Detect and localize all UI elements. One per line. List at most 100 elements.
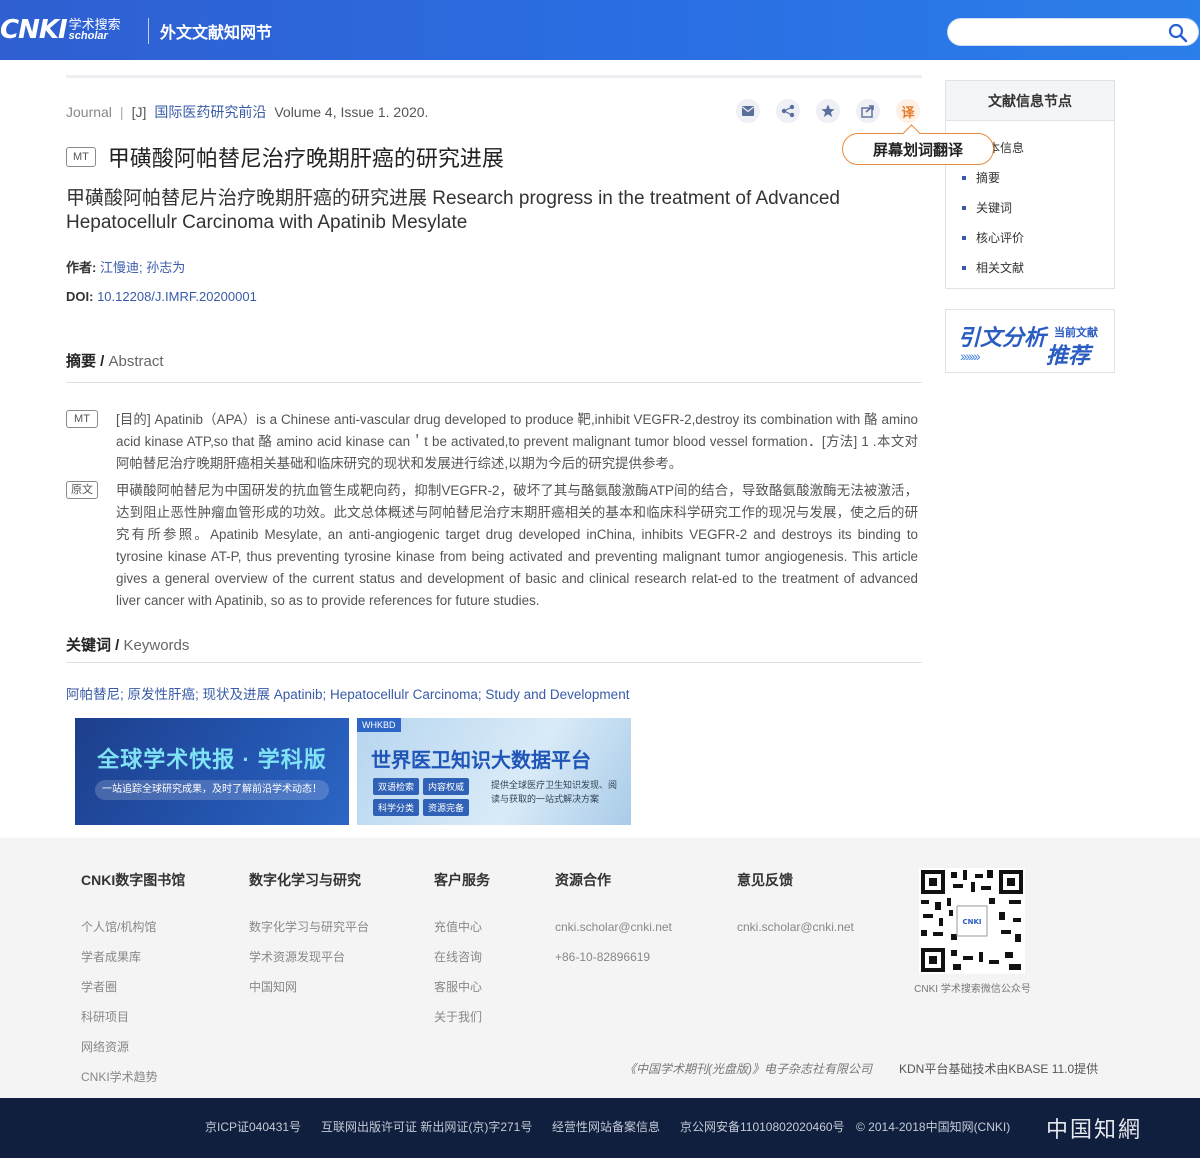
qr-label: CNKI 学术搜索微信公众号 bbox=[914, 984, 1031, 995]
search-icon[interactable] bbox=[1168, 23, 1188, 43]
footer-col-heading: 客户服务 bbox=[434, 872, 490, 888]
title-row: MT 甲磺酸阿帕替尼治疗晚期肝癌的研究进展 bbox=[66, 141, 504, 173]
abstract-orig-text: 甲磺酸阿帕替尼为中国研发的抗血管生成靶向药，抑制VEGFR-2，破坏了其与酪氨酸… bbox=[116, 483, 918, 608]
banner1-subtitle: 一站追踪全球研究成果，及时了解前沿学术动态！ bbox=[95, 780, 329, 800]
banner2-chip: 科学分类 bbox=[373, 799, 420, 816]
footer-link[interactable]: 学者圈 bbox=[81, 972, 185, 1002]
article-type: Journal bbox=[66, 104, 112, 120]
email-icon[interactable] bbox=[736, 99, 760, 123]
abstract-heading: 摘要 / Abstract bbox=[66, 350, 164, 371]
sidebar-item-abstract[interactable]: 摘要 bbox=[962, 163, 1114, 193]
wechat-qr-code-icon: CNKI bbox=[919, 868, 1025, 974]
abstract-heading-en: Abstract bbox=[108, 353, 164, 370]
keywords-heading-zh: 关键词 / bbox=[66, 637, 120, 654]
business-record-link[interactable]: 经营性网站备案信息 bbox=[552, 1118, 660, 1135]
article-meta: Journal | [J] 国际医药研究前沿 Volume 4, Issue 1. 20… bbox=[66, 102, 428, 122]
site-title: 外文文献知网节 bbox=[160, 25, 273, 42]
logo-sub: 学术搜索 scholar bbox=[69, 18, 121, 42]
bottom-bar: 京ICP证040431号 互联网出版许可证 新出网证(京)字271号 经营性网站… bbox=[0, 1098, 1200, 1158]
export-icon[interactable] bbox=[856, 99, 880, 123]
doi-label: DOI: bbox=[66, 289, 94, 304]
arrows-icon: ››››››› bbox=[960, 348, 981, 364]
ad-push-text: 推荐 bbox=[1046, 343, 1091, 368]
bullet-icon bbox=[962, 176, 966, 180]
footer: CNKI数字图书馆 个人馆/机构馆 学者成果库 学者圈 科研项目 网络资源 CN… bbox=[0, 838, 1200, 1098]
bullet-icon bbox=[962, 266, 966, 270]
footer-link[interactable]: 学术资源发现平台 bbox=[249, 942, 369, 972]
banner2-title: 世界医卫知识大数据平台 bbox=[371, 750, 591, 772]
article-code: [J] bbox=[131, 104, 147, 120]
footer-link[interactable]: cnki.scholar@cnki.net bbox=[555, 912, 672, 942]
article-title-zh: 甲磺酸阿帕替尼治疗晚期肝癌的研究进展 bbox=[107, 146, 504, 171]
sidebar-item-related-docs[interactable]: 相关文献 bbox=[962, 253, 1114, 283]
sidebar-item-label: 核心评价 bbox=[976, 231, 1025, 245]
mt-badge: MT bbox=[66, 147, 96, 167]
footer-col-learning: 数字化学习与研究 数字化学习与研究平台 学术资源发现平台 中国知网 bbox=[249, 870, 369, 1002]
publisher-text: 《中国学术期刊(光盘版)》电子杂志社有限公司 bbox=[624, 1062, 872, 1076]
keywords-heading: 关键词 / Keywords bbox=[66, 634, 189, 655]
volume-info: Volume 4, Issue 1. 2020. bbox=[274, 104, 429, 120]
bullet-icon bbox=[962, 236, 966, 240]
footer-link[interactable]: 充值中心 bbox=[434, 912, 490, 942]
doc-info-nodes: 文献信息节点 基本信息 摘要 关键词 核心评价 相关文献 bbox=[945, 80, 1115, 289]
footer-link[interactable]: 学者成果库 bbox=[81, 942, 185, 972]
footer-link[interactable]: 客服中心 bbox=[434, 972, 490, 1002]
abstract-divider bbox=[66, 382, 922, 383]
footer-link[interactable]: 关于我们 bbox=[434, 1002, 490, 1032]
abstract-mt-text: [目的] Apatinib（APA）is a Chinese anti-vasc… bbox=[116, 412, 918, 471]
translate-button[interactable]: 译 bbox=[896, 99, 920, 123]
banner2-chips: 双语检索 内容权威 科学分类 资源完备 bbox=[373, 778, 491, 816]
top-header: CNKI 学术搜索 scholar 外文文献知网节 bbox=[0, 0, 1200, 60]
footer-link[interactable]: cnki.scholar@cnki.net bbox=[737, 912, 854, 942]
banner1-title: 全球学术快报 · 学科版 bbox=[97, 747, 327, 772]
search-input[interactable] bbox=[960, 23, 1160, 41]
keywords-list[interactable]: 阿帕替尼; 原发性肝癌; 现状及进展 Apatinib; Hepatocellu… bbox=[66, 683, 629, 703]
doi-row: DOI: 10.12208/J.IMRF.20200001 bbox=[66, 289, 257, 304]
footer-link[interactable]: 数字化学习与研究平台 bbox=[249, 912, 369, 942]
footer-col-heading: 资源合作 bbox=[555, 872, 611, 888]
footer-link[interactable]: 科研项目 bbox=[81, 1002, 185, 1032]
banner2-chip: 资源完备 bbox=[423, 799, 470, 816]
footer-link[interactable]: 在线咨询 bbox=[434, 942, 490, 972]
footer-col-library: CNKI数字图书馆 个人馆/机构馆 学者成果库 学者圈 科研项目 网络资源 CN… bbox=[81, 870, 185, 1092]
abstract-mt-badge: MT bbox=[66, 410, 98, 428]
footer-link[interactable]: 网络资源 bbox=[81, 1032, 185, 1062]
authors-label: 作者: bbox=[66, 260, 97, 275]
banner-global-academic-express[interactable]: 全球学术快报 · 学科版 一站追踪全球研究成果，及时了解前沿学术动态！ bbox=[75, 718, 349, 825]
icp-link[interactable]: 京ICP证040431号 bbox=[205, 1118, 301, 1135]
footer-col-cooperation: 资源合作 cnki.scholar@cnki.net +86-10-828966… bbox=[555, 870, 672, 972]
sidebar-item-keywords[interactable]: 关键词 bbox=[962, 193, 1114, 223]
author-links[interactable]: 江慢迪; 孙志为 bbox=[100, 260, 185, 275]
sidebar-item-label: 摘要 bbox=[976, 171, 1001, 185]
keywords-heading-en: Keywords bbox=[123, 637, 190, 654]
sidebar-heading: 文献信息节点 bbox=[946, 81, 1114, 121]
footer-col-service: 客户服务 充值中心 在线咨询 客服中心 关于我们 bbox=[434, 870, 490, 1032]
police-record-link[interactable]: 京公网安备11010802020460号 bbox=[680, 1118, 845, 1135]
footer-link[interactable]: 个人馆/机构馆 bbox=[81, 912, 185, 942]
banner2-tag: WHKBD bbox=[357, 718, 401, 732]
cnki-scholar-logo[interactable]: CNKI 学术搜索 scholar bbox=[0, 14, 121, 46]
footer-link[interactable]: CNKI学术趋势 bbox=[81, 1062, 185, 1092]
footer-link[interactable]: 中国知网 bbox=[249, 972, 369, 1002]
footer-col-feedback: 意见反馈 cnki.scholar@cnki.net bbox=[737, 870, 854, 942]
sidebar-item-core-evaluation[interactable]: 核心评价 bbox=[962, 223, 1114, 253]
doi-link[interactable]: 10.12208/J.IMRF.20200001 bbox=[97, 289, 257, 304]
banner2-chip: 内容权威 bbox=[423, 778, 470, 795]
banner2-description: 提供全球医疗卫生知识发现、阅读与获取的一站式解决方案 bbox=[491, 780, 618, 804]
share-icon[interactable] bbox=[776, 99, 800, 123]
footer-link: +86-10-82896619 bbox=[555, 950, 651, 964]
favorite-star-icon[interactable] bbox=[816, 99, 840, 123]
citation-analysis-ad[interactable]: 引文分析 当前文献 推荐 ››››››› bbox=[945, 309, 1115, 373]
article-title-en: 甲磺酸阿帕替尼片治疗晚期肝癌的研究进展 Research progress in… bbox=[66, 188, 840, 233]
footer-col-heading: CNKI数字图书馆 bbox=[81, 872, 186, 888]
sidebar-item-label: 关键词 bbox=[976, 201, 1013, 215]
top-rule bbox=[66, 75, 922, 78]
journal-link[interactable]: 国际医药研究前沿 bbox=[154, 104, 266, 120]
logo-en-text: scholar bbox=[68, 30, 108, 42]
banner-whkbd[interactable]: WHKBD 世界医卫知识大数据平台 双语检索 内容权威 科学分类 资源完备 提供… bbox=[357, 718, 631, 825]
svg-text:CNKI: CNKI bbox=[962, 918, 981, 926]
sidebar-item-label: 相关文献 bbox=[976, 261, 1025, 275]
article-actions: 译 bbox=[736, 99, 920, 123]
footer-col-heading: 数字化学习与研究 bbox=[249, 872, 361, 888]
publish-license-link[interactable]: 互联网出版许可证 新出网证(京)字271号 bbox=[321, 1118, 532, 1135]
